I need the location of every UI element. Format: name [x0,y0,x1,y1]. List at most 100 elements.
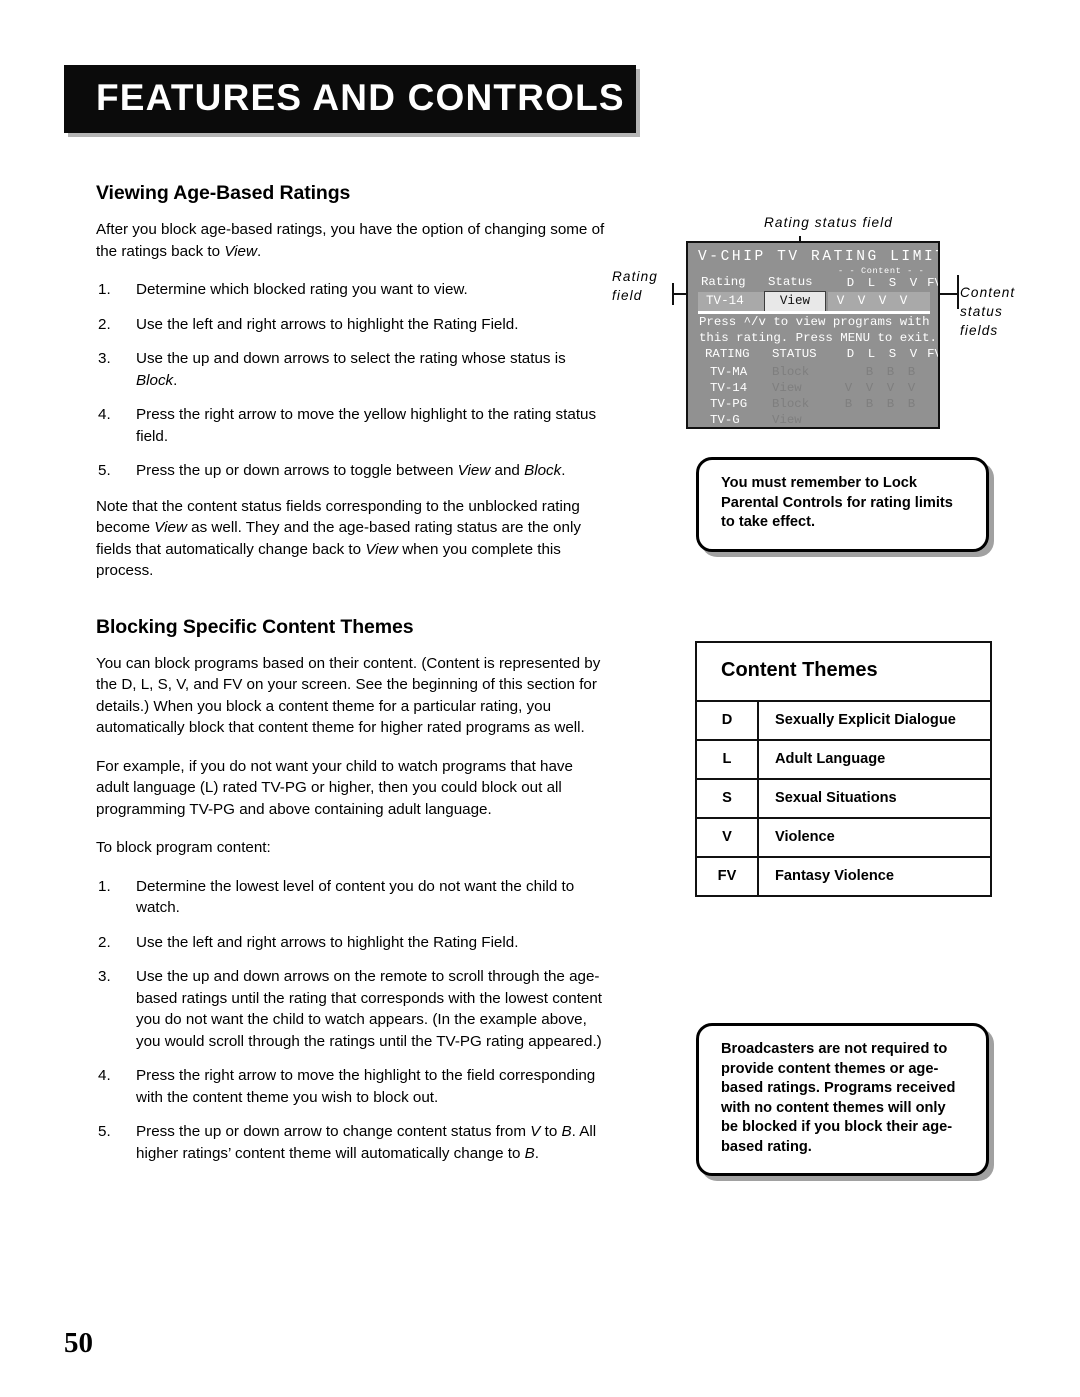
cell-d: B [844,397,853,411]
theme-code: S [697,778,759,818]
cell-v: V [907,381,916,395]
heading-blocking-specific-content-themes: Blocking Specific Content Themes [96,615,414,638]
tv-selection-row: TV-14 View VVVV [698,291,930,312]
caption-content-fields-line2: status [960,304,1003,319]
page-title: FEATURES AND CONTROLS [96,77,625,119]
content-status-d: V [836,294,845,308]
paragraph-to-block-program-content: To block program content: [96,839,271,856]
list-number: 2. [98,315,111,333]
caption-rating-field-line1: Rating [612,269,658,284]
tv-row-status: View [772,381,802,395]
cell-s: B [886,365,895,379]
table-row: FV Fantasy Violence [697,856,990,895]
table-row: D Sexually Explicit Dialogue [697,702,990,740]
tv-row-content [838,413,938,427]
tv-list-col-d: D [846,347,855,361]
rating-status-field-value: View [779,294,811,308]
caption-content-fields-line1: Content [960,285,1016,300]
list-item: 3. Use the up and down arrows to select t… [96,348,606,391]
tv-header-rating: Rating [701,275,746,289]
steps-list-blocking: 1. Determine the lowest level of content … [96,876,606,1165]
cell-l: B [865,365,874,379]
list-item: 5. Press the up or down arrows to toggle … [96,460,606,482]
list-text: Determine which blocked rating you want … [136,281,468,298]
list-number: 3. [98,968,111,985]
heading-viewing-age-based-ratings: Viewing Age-Based Ratings [96,182,351,204]
tv-row-rating: TV-MA [710,365,748,379]
table-row: V Violence [697,817,990,857]
table-row: TV-PG Block BBBB [688,397,938,413]
tv-list-col-v: V [909,347,918,361]
tv-menu-title: V-CHIP TV RATING LIMIT [698,249,940,265]
tv-col-v: V [909,276,918,290]
list-number: 1. [98,877,111,895]
paragraph-intro: After you block age-based ratings, you h… [96,221,605,260]
content-status-s: V [878,294,887,308]
table-row: S Sexual Situations [697,778,990,818]
tv-list-col-s: S [888,347,897,361]
list-text: Press the up or down arrows to toggle be… [136,462,566,479]
paragraph-content-themes-2: For example, if you do not want your chi… [96,757,573,818]
theme-code: L [697,739,759,779]
list-item: 4. Press the right arrow to move the high… [96,1065,606,1108]
list-item: 5. Press the up or down arrow to change c… [96,1121,606,1164]
left-content-column: Viewing Age-Based Ratings After you bloc… [96,182,606,1178]
tv-list-header-status: STATUS [772,347,817,361]
list-text: Use the left and right arrows to highlig… [136,315,519,333]
list-item: 2. Use the left and right arrows to highl… [96,314,606,336]
tv-hint-line2: this rating. Press MENU to exit. [699,330,937,345]
list-item: 1. Determine the lowest level of content … [96,876,606,919]
list-text: Press the right arrow to move the yellow… [136,406,597,445]
caption-rating-field-line2: field [612,288,643,303]
list-number: 4. [98,406,111,423]
rating-status-field[interactable]: View [764,291,826,312]
table-row: TV-MA Block BBB [688,365,938,381]
caption-content-status-fields: Content status fields [960,283,1015,340]
content-themes-table: Content Themes D Sexually Explicit Dialo… [695,641,992,897]
rating-field[interactable]: TV-14 [698,292,764,311]
cell-s: B [886,397,895,411]
theme-description: Sexually Explicit Dialogue [775,712,956,728]
tv-selection-underline [698,311,930,314]
tv-content-group-label: - - Content - - [838,266,925,276]
theme-code: D [697,702,759,740]
list-number: 5. [98,1123,111,1140]
section-banner: FEATURES AND CONTROLS [64,65,636,133]
content-themes-rows: D Sexually Explicit Dialogue L Adult Lan… [697,702,990,895]
content-status-fields[interactable]: VVVV [828,292,930,311]
tv-row-status: Block [772,397,810,411]
tv-header-content-columns: DLSV FV [840,276,938,290]
caption-rating-status-field: Rating status field [764,215,893,230]
tv-row-rating: TV-PG [710,397,748,411]
paragraph-content-themes-1: You can block programs based on their co… [96,654,601,737]
tv-hint-text: Press ^/v to view programs with this rat… [699,315,937,346]
table-row: TV-14 View VVVV [688,381,938,397]
tv-list-col-fv: FV [927,347,938,361]
content-status-v: V [899,294,908,308]
list-text: Use the left and right arrows to highlig… [136,933,519,951]
list-number: 1. [98,281,111,298]
paragraph-note: Note that the content status fields corr… [96,497,581,580]
tv-onscreen-menu: V-CHIP TV RATING LIMIT - - Content - - R… [686,241,940,429]
note-box-lock-parental-controls: You must remember to Lock Parental Contr… [696,457,989,552]
list-item: 4. Press the right arrow to move the yell… [96,404,606,447]
list-text: Determine the lowest level of content yo… [136,877,575,917]
tv-col-s: S [888,276,897,290]
theme-description: Adult Language [758,739,990,779]
theme-code: V [697,817,759,857]
list-number: 4. [98,1067,111,1084]
tv-header-status: Status [768,275,813,289]
note-box-broadcasters-text: Broadcasters are not required to provide… [721,1041,956,1155]
list-text: Press the right arrow to move the highli… [136,1067,596,1106]
cell-v: B [907,365,916,379]
theme-description: Violence [758,817,990,857]
caption-rating-field: Rating field [612,267,658,305]
tv-list-col-l: L [867,347,876,361]
tv-list-header-columns: DLSV FV [840,347,938,361]
rating-field-value: TV-14 [706,294,744,308]
table-row: TV-G View [688,413,938,427]
list-number: 3. [98,350,111,367]
tv-row-rating: TV-14 [710,381,748,395]
list-number: 2. [98,933,111,951]
cell-s: V [886,381,895,395]
